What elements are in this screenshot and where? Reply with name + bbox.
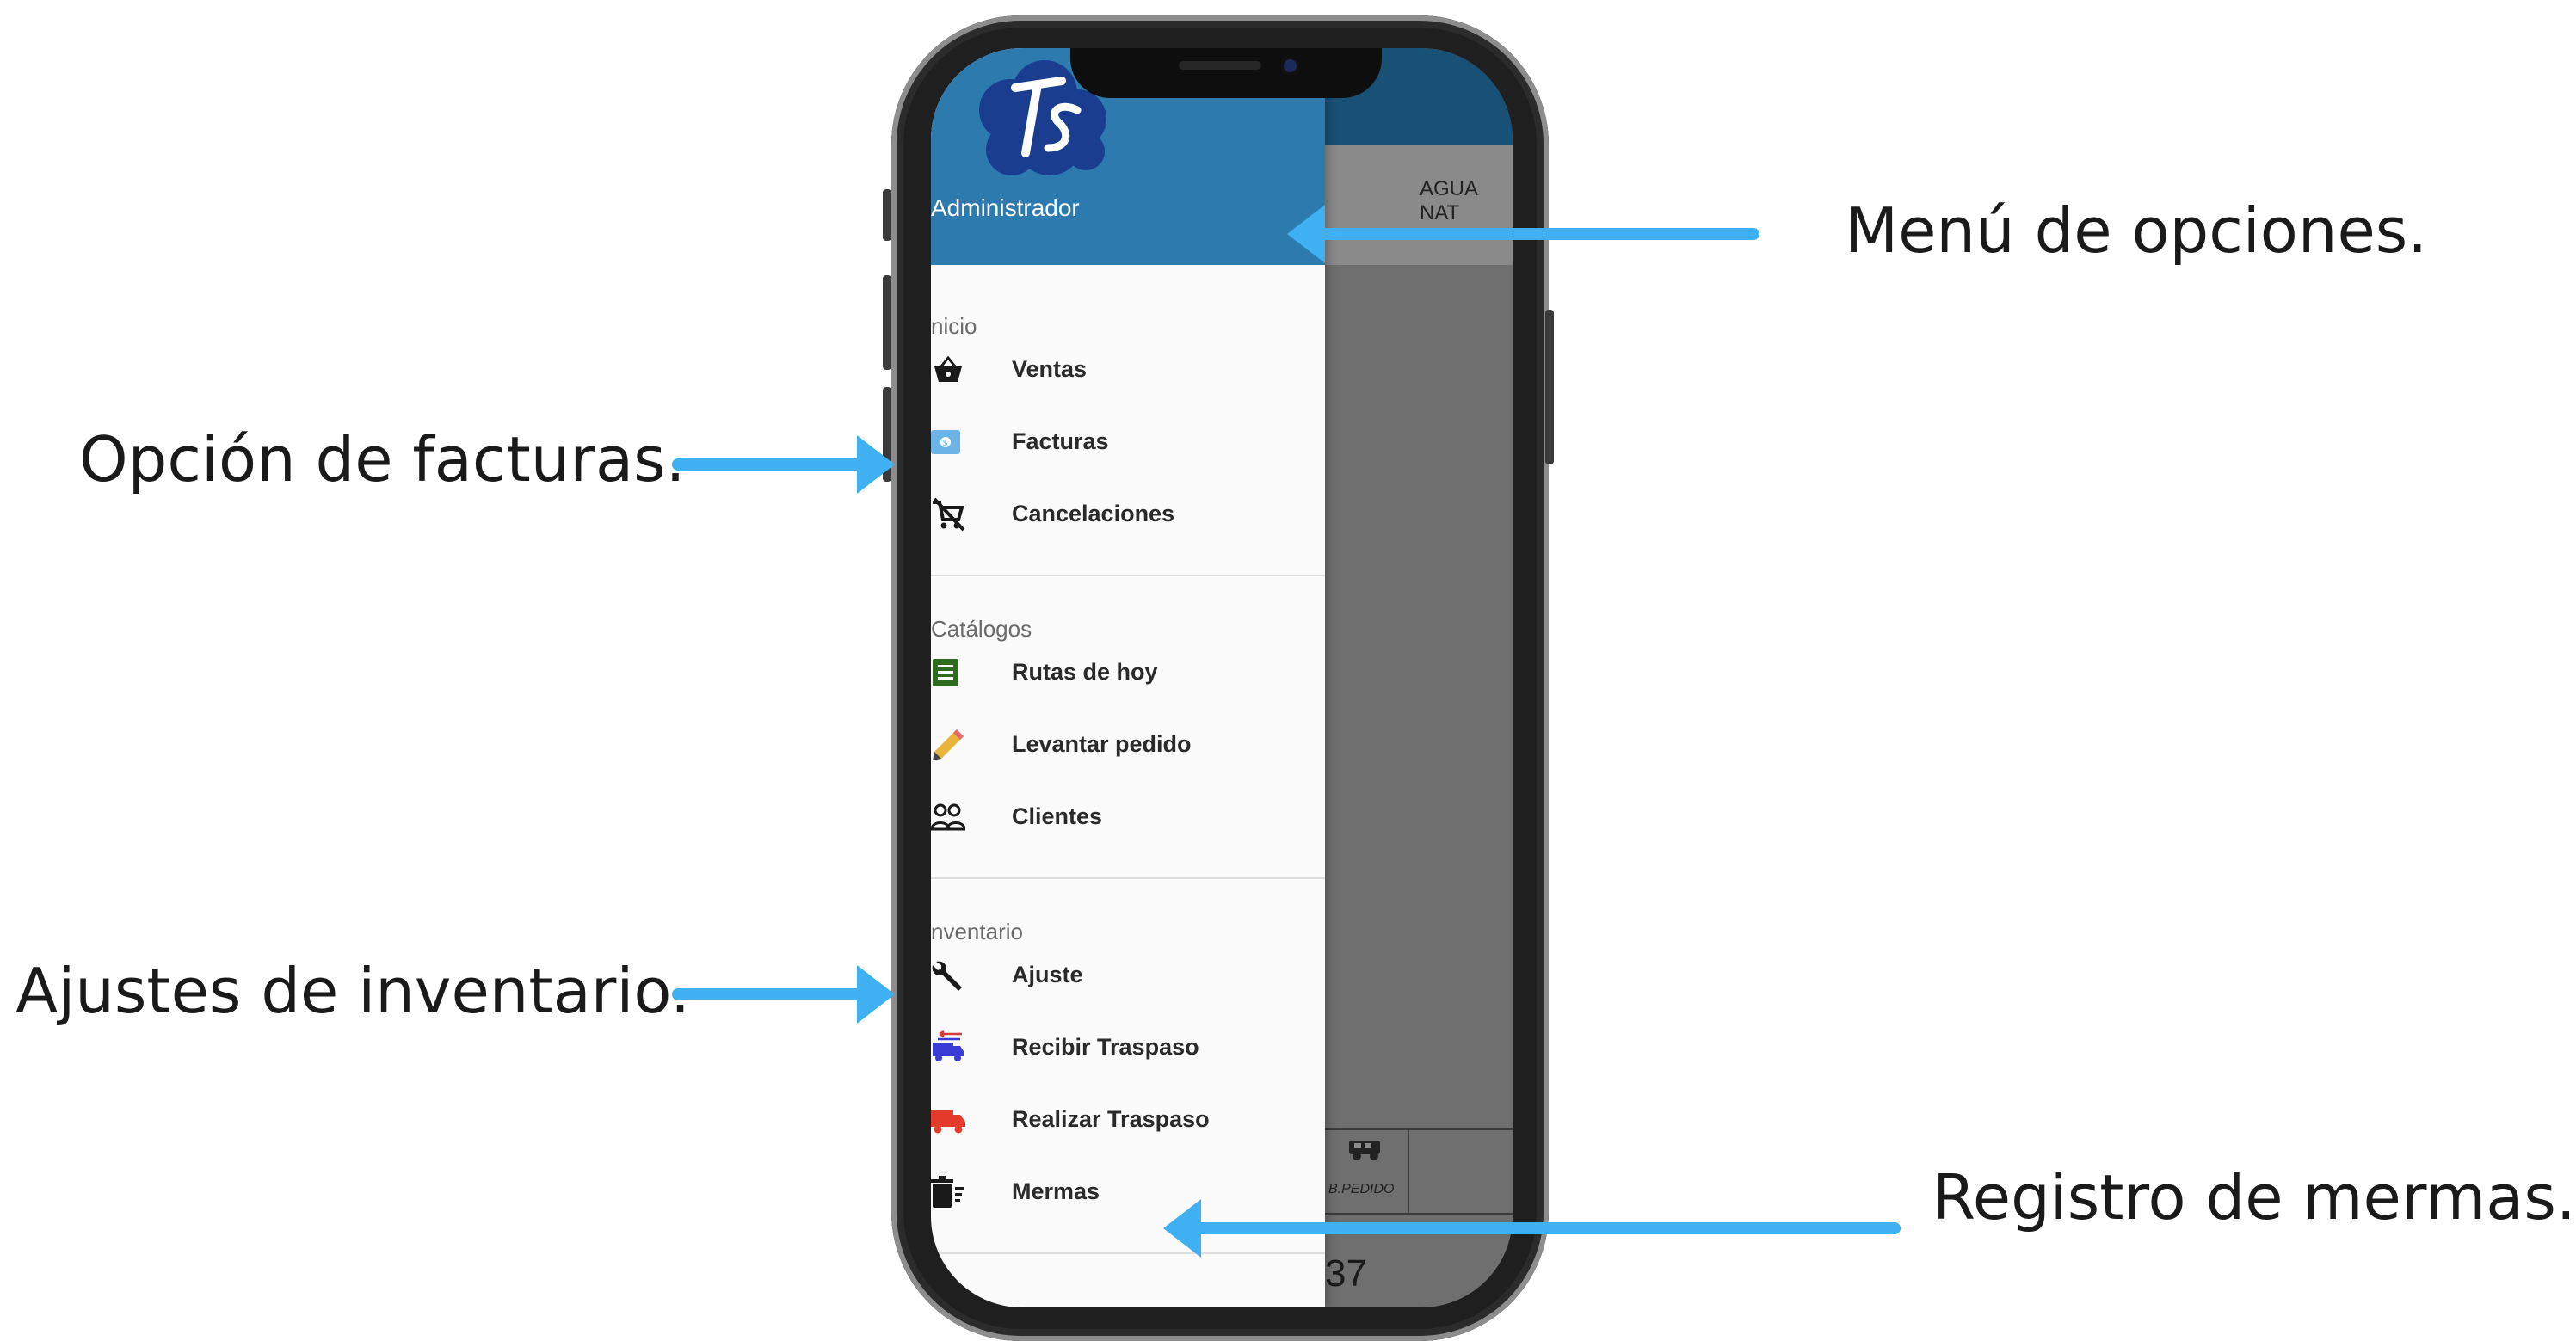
arrow-head-inventario xyxy=(857,965,895,1024)
arrow-head-mermas xyxy=(1163,1199,1201,1258)
arrow-head-facturas xyxy=(857,435,895,494)
arrow-layer xyxy=(672,205,1901,1258)
arrow-head-menu xyxy=(1287,205,1325,263)
